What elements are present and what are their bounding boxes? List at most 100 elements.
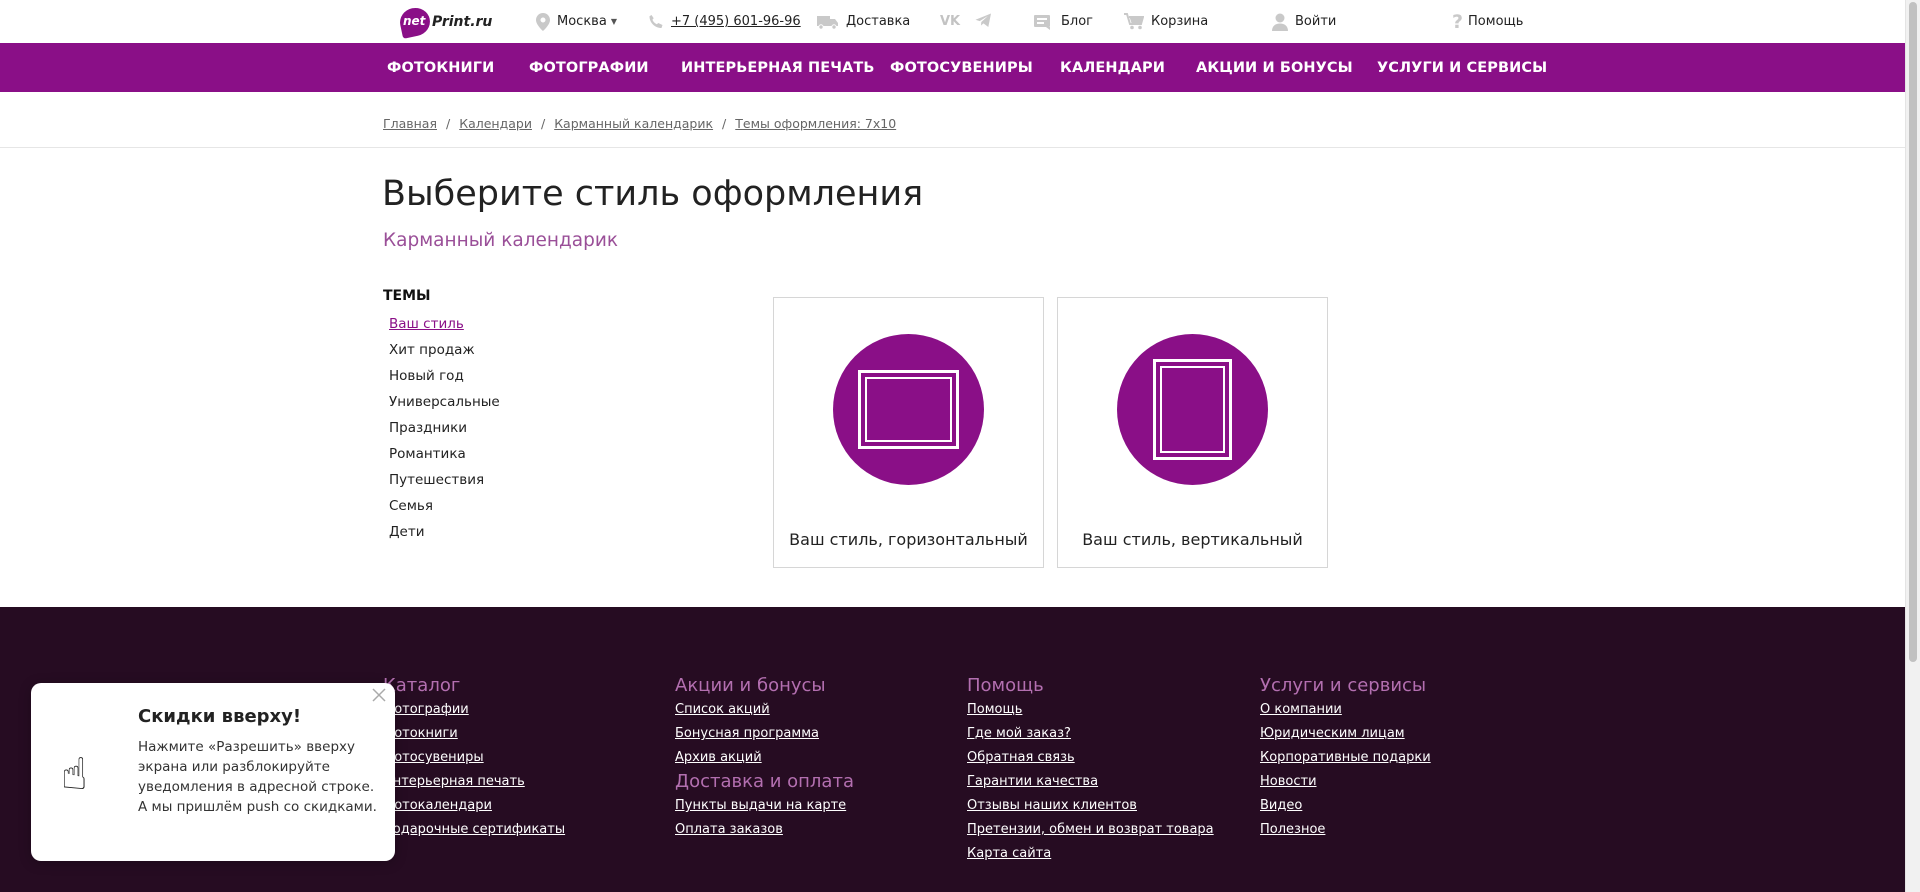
- scrollbar[interactable]: [1905, 0, 1920, 892]
- chevron-down-icon: ▼: [610, 17, 617, 26]
- footer-link[interactable]: Корпоративные подарки: [1260, 746, 1431, 770]
- cart-icon: [1124, 13, 1144, 30]
- logo-net-text: net: [403, 14, 426, 28]
- horizontal-frame-icon: [833, 334, 984, 485]
- delivery-link[interactable]: Доставка: [817, 0, 910, 43]
- breadcrumb-pocket-calendar[interactable]: Карманный календарик: [554, 116, 713, 131]
- cart-label: Корзина: [1151, 14, 1209, 29]
- breadcrumb-themes[interactable]: Темы оформления: 7х10: [735, 116, 896, 131]
- blog-icon: [1034, 14, 1054, 30]
- footer-link[interactable]: Помощь: [967, 698, 1214, 722]
- page-subtitle: Карманный календарик: [383, 230, 619, 251]
- theme-item-kids[interactable]: Дети: [389, 522, 500, 548]
- theme-item-your-style[interactable]: Ваш стиль: [389, 314, 500, 340]
- vk-icon[interactable]: VK: [940, 14, 960, 29]
- city-label: Москва: [557, 14, 607, 29]
- user-icon: [1272, 13, 1288, 31]
- blog-link[interactable]: Блог: [1034, 0, 1093, 43]
- login-link[interactable]: Войти: [1272, 0, 1336, 43]
- phone-link[interactable]: +7 (495) 601-96-96: [648, 0, 801, 43]
- footer-col-catalog: Каталог Фотографии Фотокниги Фотосувенир…: [383, 674, 565, 842]
- footer-heading-promo: Акции и бонусы: [675, 675, 826, 696]
- footer-col-promo: Акции и бонусы Список акций Бонусная про…: [675, 674, 854, 842]
- delivery-label: Доставка: [846, 14, 911, 29]
- footer-heading-catalog: Каталог: [383, 675, 461, 696]
- footer-link[interactable]: Пункты выдачи на карте: [675, 794, 854, 818]
- nav-item-photosouvenirs[interactable]: ФОТОСУВЕНИРЫ: [890, 43, 1033, 92]
- main-nav: ФОТОКНИГИ ФОТОГРАФИИ ИНТЕРЬЕРНАЯ ПЕЧАТЬ …: [0, 43, 1905, 92]
- theme-item-new-year[interactable]: Новый год: [389, 366, 500, 392]
- breadcrumb-home[interactable]: Главная: [383, 116, 437, 131]
- nav-item-interior-print[interactable]: ИНТЕРЬЕРНАЯ ПЕЧАТЬ: [681, 43, 875, 92]
- popup-text: Нажмите «Разрешить» вверху экрана или ра…: [138, 739, 377, 815]
- location-pin-icon: [536, 12, 550, 31]
- footer-link[interactable]: О компании: [1260, 698, 1431, 722]
- nav-item-photobooks[interactable]: ФОТОКНИГИ: [387, 43, 494, 92]
- vertical-frame-icon: [1117, 334, 1268, 485]
- footer-link[interactable]: Фотографии: [383, 698, 565, 722]
- footer-link[interactable]: Подарочные сертификаты: [383, 818, 565, 842]
- footer-link[interactable]: Фотосувениры: [383, 746, 565, 770]
- card-label: Ваш стиль, вертикальный: [1082, 530, 1303, 549]
- themes-heading: ТЕМЫ: [383, 288, 431, 304]
- nav-item-promotions[interactable]: АКЦИИ И БОНУСЫ: [1196, 43, 1353, 92]
- close-icon[interactable]: [369, 685, 389, 705]
- cart-link[interactable]: Корзина: [1124, 0, 1208, 43]
- top-bar: net Print.ru Москва ▼ +7 (495) 601-96-96…: [0, 0, 1905, 43]
- footer-link[interactable]: Видео: [1260, 794, 1431, 818]
- footer-link[interactable]: Интерьерная печать: [383, 770, 565, 794]
- footer-link[interactable]: Фотокниги: [383, 722, 565, 746]
- push-notification-popup: ☝ Скидки вверху! Нажмите «Разрешить» вве…: [31, 683, 395, 861]
- footer-link[interactable]: Архив акций: [675, 746, 854, 770]
- question-icon: ?: [1452, 10, 1464, 33]
- nav-item-services[interactable]: УСЛУГИ И СЕРВИСЫ: [1377, 43, 1547, 92]
- footer-link[interactable]: Претензии, обмен и возврат товара: [967, 818, 1214, 842]
- nav-item-calendars[interactable]: КАЛЕНДАРИ: [1060, 43, 1165, 92]
- card-label: Ваш стиль, горизонтальный: [789, 530, 1028, 549]
- themes-list: Ваш стиль Хит продаж Новый год Универсал…: [389, 314, 500, 548]
- nav-item-photos[interactable]: ФОТОГРАФИИ: [529, 43, 649, 92]
- theme-item-holidays[interactable]: Праздники: [389, 418, 500, 444]
- phone-number: +7 (495) 601-96-96: [671, 14, 801, 29]
- breadcrumb: Главная / Календари / Карманный календарик / Т…: [383, 116, 896, 131]
- footer-heading-help: Помощь: [967, 675, 1044, 696]
- site-logo[interactable]: net Print.ru: [397, 5, 493, 39]
- login-label: Войти: [1295, 14, 1337, 29]
- breadcrumb-calendars[interactable]: Календари: [459, 116, 532, 131]
- footer-heading-delivery: Доставка и оплата: [675, 771, 854, 792]
- divider: [0, 147, 1905, 148]
- footer-heading-services: Услуги и сервисы: [1260, 675, 1427, 696]
- theme-item-family[interactable]: Семья: [389, 496, 500, 522]
- footer-link[interactable]: Фотокалендари: [383, 794, 565, 818]
- style-card-horizontal[interactable]: Ваш стиль, горизонтальный: [773, 297, 1044, 568]
- blog-label: Блог: [1061, 14, 1094, 29]
- footer-link[interactable]: Где мой заказ?: [967, 722, 1214, 746]
- theme-item-romance[interactable]: Романтика: [389, 444, 500, 470]
- footer-link[interactable]: Юридическим лицам: [1260, 722, 1431, 746]
- help-label: Помощь: [1468, 14, 1524, 29]
- help-link[interactable]: ? Помощь: [1452, 0, 1523, 43]
- footer-col-services: Услуги и сервисы О компании Юридическим …: [1260, 674, 1431, 842]
- phone-icon: [648, 14, 664, 30]
- footer-link[interactable]: Новости: [1260, 770, 1431, 794]
- footer-link[interactable]: Обратная связь: [967, 746, 1214, 770]
- scrollbar-thumb[interactable]: [1909, 2, 1917, 662]
- footer-link[interactable]: Гарантии качества: [967, 770, 1214, 794]
- truck-icon: [817, 14, 839, 30]
- footer-link[interactable]: Бонусная программа: [675, 722, 854, 746]
- page-title: Выберите стиль оформления: [382, 174, 924, 214]
- footer-link[interactable]: Оплата заказов: [675, 818, 854, 842]
- city-selector[interactable]: Москва ▼: [536, 0, 617, 43]
- footer-link[interactable]: Карта сайта: [967, 842, 1214, 866]
- footer-link[interactable]: Полезное: [1260, 818, 1431, 842]
- logo-print-text: Print.ru: [432, 14, 493, 30]
- theme-item-bestsellers[interactable]: Хит продаж: [389, 340, 500, 366]
- theme-item-travel[interactable]: Путешествия: [389, 470, 500, 496]
- footer-link[interactable]: Список акций: [675, 698, 854, 722]
- breadcrumb-separator: /: [446, 116, 451, 131]
- style-card-vertical[interactable]: Ваш стиль, вертикальный: [1057, 297, 1328, 568]
- footer-link[interactable]: Отзывы наших клиентов: [967, 794, 1214, 818]
- pointing-hand-icon: ☝: [61, 749, 88, 800]
- theme-item-universal[interactable]: Универсальные: [389, 392, 500, 418]
- telegram-icon[interactable]: [975, 13, 992, 32]
